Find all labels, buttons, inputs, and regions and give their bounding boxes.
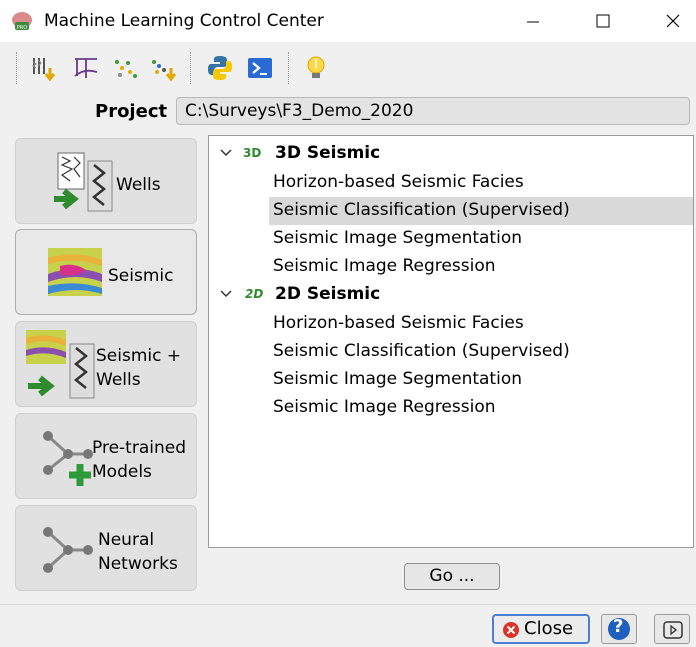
list-item-label: Seismic Image Regression [273, 256, 496, 276]
maximize-button[interactable] [580, 0, 626, 42]
list-item-label: Horizon-based Seismic Facies [273, 172, 524, 192]
window-title: Machine Learning Control Center [44, 11, 324, 31]
list-item-label: Seismic Image Segmentation [273, 228, 522, 248]
go-button[interactable]: Go ... [404, 563, 500, 590]
tree-group-2d[interactable]: 2D 2D Seismic [209, 281, 693, 309]
pretrained-models-icon [43, 431, 93, 486]
pretrained-models-button[interactable]: Pre-trained Models [15, 413, 197, 499]
neural-label-line1: Neural [98, 530, 155, 550]
chevron-down-icon[interactable] [219, 145, 233, 159]
wells-label: Wells [116, 175, 161, 195]
wells-icon [54, 152, 113, 212]
neural-label-line2: Networks [98, 554, 178, 574]
video-tutorial-button[interactable] [654, 614, 690, 644]
3d-seismic-icon: 3D [243, 146, 262, 160]
minimize-icon [527, 21, 539, 23]
list-item-label: Seismic Classification (Supervised) [273, 200, 570, 220]
seismic-wells-button[interactable]: Seismic + Wells [15, 321, 197, 407]
workflow-tree: 3D 3D Seismic Horizon-based Seismic Faci… [208, 135, 694, 548]
tree-group-3d[interactable]: 3D 3D Seismic [209, 140, 693, 168]
wells-button[interactable]: Wells [15, 138, 197, 224]
svg-text:PRO: PRO [17, 25, 27, 31]
pretrained-label-line1: Pre-trained [92, 438, 186, 458]
close-icon [666, 14, 680, 28]
list-item-label: Horizon-based Seismic Facies [273, 313, 524, 333]
project-label: Project [95, 101, 168, 122]
close-circle-icon [503, 622, 519, 638]
window-close-button[interactable] [650, 0, 696, 42]
list-item[interactable]: Horizon-based Seismic Facies [209, 310, 693, 338]
seismic-wells-label-line1: Seismic + [96, 346, 182, 366]
maximize-icon [596, 14, 610, 28]
footer-divider [0, 604, 696, 605]
tree-group-label: 3D Seismic [275, 143, 381, 163]
seismic-label: Seismic [108, 266, 174, 286]
seismic-wells-icon [26, 330, 95, 399]
neural-networks-icon [43, 527, 93, 573]
toolbar-separator [288, 52, 291, 84]
2d-seismic-icon: 2D [245, 287, 264, 301]
lightbulb-icon[interactable] [302, 54, 330, 82]
well-ties-icon[interactable] [72, 54, 100, 82]
python-icon[interactable] [206, 54, 234, 82]
powershell-icon[interactable] [246, 54, 274, 82]
chevron-down-icon[interactable] [219, 286, 233, 300]
play-video-icon [663, 621, 683, 639]
toolbar-separator [16, 52, 19, 84]
pickset-import-icon[interactable] [150, 54, 178, 82]
list-item[interactable]: Seismic Image Segmentation [209, 225, 693, 253]
list-item-label: Seismic Image Segmentation [273, 369, 522, 389]
minimize-button[interactable] [510, 0, 556, 42]
project-path-field: C:\Surveys\F3_Demo_2020 [176, 97, 690, 125]
list-item-selected[interactable]: Seismic Classification (Supervised) [269, 197, 693, 225]
toolbar-separator [190, 52, 193, 84]
list-item[interactable]: Horizon-based Seismic Facies [209, 169, 693, 197]
well-logs-import-icon[interactable] [30, 54, 58, 82]
list-item[interactable]: Seismic Image Regression [209, 394, 693, 422]
help-glyph: ? [613, 616, 624, 637]
title-bar: PRO Machine Learning Control Center [0, 0, 696, 42]
pretrained-label-line2: Models [92, 462, 152, 482]
tree-group-label: 2D Seismic [275, 284, 381, 304]
list-item-label: Seismic Image Regression [273, 397, 496, 417]
seismic-button[interactable]: Seismic [15, 229, 197, 315]
neural-networks-button[interactable]: Neural Networks [15, 505, 197, 591]
list-item-label: Seismic Classification (Supervised) [273, 341, 570, 361]
crossplot-icon[interactable] [112, 54, 140, 82]
app-icon: PRO [12, 12, 32, 31]
help-button[interactable]: ? [601, 614, 637, 644]
close-button-label: Close [524, 618, 574, 639]
list-item[interactable]: Seismic Classification (Supervised) [209, 338, 693, 366]
list-item[interactable]: Seismic Image Regression [209, 253, 693, 281]
seismic-icon [48, 248, 102, 296]
list-item[interactable]: Seismic Image Segmentation [209, 366, 693, 394]
toolbar [0, 42, 696, 92]
close-button[interactable]: Close [492, 614, 590, 644]
seismic-wells-label-line2: Wells [96, 370, 141, 390]
